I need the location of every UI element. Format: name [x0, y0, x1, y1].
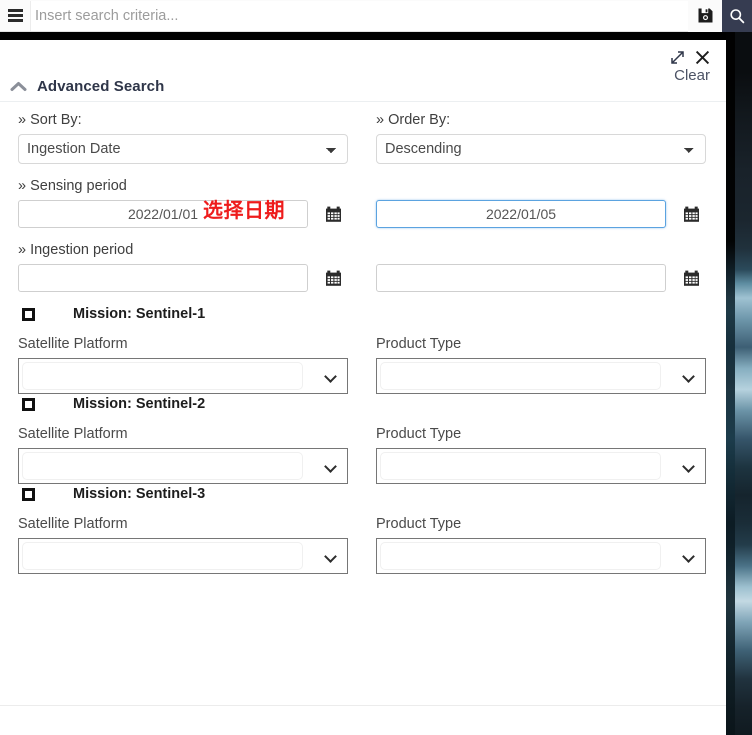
multiselect-inner — [22, 452, 303, 480]
sentinel-2-filters: Satellite Platform Product Type — [18, 426, 708, 484]
sensing-start-calendar-button[interactable] — [318, 200, 348, 228]
sort-by-select[interactable]: Ingestion Date — [18, 134, 348, 164]
calendar-icon — [683, 206, 699, 222]
page-title: Advanced Search — [37, 78, 165, 95]
sentinel-1-platform-select[interactable] — [18, 358, 348, 394]
sentinel-3-product-select[interactable] — [376, 538, 706, 574]
chevron-down-icon — [324, 550, 337, 563]
close-panel-button[interactable] — [695, 50, 710, 65]
sentinel-1-product-group: Product Type — [376, 336, 706, 394]
save-floppy-icon — [698, 8, 712, 23]
sentinel-3-product-group: Product Type — [376, 516, 706, 574]
expand-panel-button[interactable] — [670, 50, 685, 65]
mission-label-sentinel-2: Mission: Sentinel-2 — [73, 396, 206, 412]
sentinel-3-product-label: Product Type — [376, 516, 462, 532]
close-x-icon — [695, 50, 710, 65]
mission-label-sentinel-3: Mission: Sentinel-3 — [73, 486, 206, 502]
ingestion-period-label: » Ingestion period — [18, 242, 134, 258]
multiselect-inner — [380, 362, 661, 390]
multiselect-inner — [380, 542, 661, 570]
multiselect-inner — [22, 542, 303, 570]
chevron-down-icon — [682, 550, 695, 563]
mission-checkbox-sentinel-2[interactable] — [22, 397, 35, 411]
multiselect-inner — [380, 452, 661, 480]
calendar-icon — [683, 270, 699, 286]
sentinel-2-platform-label: Satellite Platform — [18, 426, 128, 442]
sensing-end-date-input[interactable] — [376, 200, 666, 228]
ingestion-start-calendar-button[interactable] — [318, 264, 348, 292]
ingestion-start-group — [18, 264, 348, 292]
chevron-up-icon[interactable] — [10, 81, 27, 92]
ingestion-period-row — [18, 264, 708, 292]
sentinel-1-product-select[interactable] — [376, 358, 706, 394]
sentinel-1-platform-label: Satellite Platform — [18, 336, 128, 352]
mission-label-sentinel-1: Mission: Sentinel-1 — [73, 306, 206, 322]
order-by-group: » Order By: Descending — [376, 112, 706, 164]
mission-row-sentinel-3[interactable]: Mission: Sentinel-3 — [18, 486, 708, 502]
sentinel-3-platform-label: Satellite Platform — [18, 516, 128, 532]
order-by-select[interactable]: Descending — [376, 134, 706, 164]
ingestion-end-calendar-button[interactable] — [676, 264, 706, 292]
calendar-icon — [325, 270, 341, 286]
advanced-search-panel: Clear Advanced Search » Sort By: Ingesti… — [0, 40, 726, 735]
sentinel-3-filters: Satellite Platform Product Type — [18, 516, 708, 574]
chevron-down-icon — [324, 370, 337, 383]
sentinel-1-platform-group: Satellite Platform — [18, 336, 348, 394]
save-search-button[interactable] — [688, 0, 722, 32]
advanced-search-form: » Sort By: Ingestion Date » Order By: De… — [0, 112, 726, 707]
expand-arrows-icon — [671, 51, 684, 64]
panel-header: Advanced Search — [0, 72, 726, 102]
mission-row-sentinel-2[interactable]: Mission: Sentinel-2 — [18, 396, 708, 412]
sentinel-2-product-select[interactable] — [376, 448, 706, 484]
sentinel-3-platform-select[interactable] — [18, 538, 348, 574]
mission-checkbox-sentinel-3[interactable] — [22, 487, 35, 501]
search-input[interactable] — [30, 0, 688, 31]
ingestion-start-date-input[interactable] — [18, 264, 308, 292]
sensing-start-group — [18, 200, 348, 228]
top-search-bar — [0, 0, 752, 32]
sentinel-2-platform-group: Satellite Platform — [18, 426, 348, 484]
chevron-down-icon — [682, 370, 695, 383]
satellite-background-image — [726, 30, 752, 735]
sort-by-group: » Sort By: Ingestion Date — [18, 112, 348, 164]
ingestion-end-group — [376, 264, 706, 292]
chevron-down-icon — [682, 460, 695, 473]
sensing-start-date-input[interactable] — [18, 200, 308, 228]
sensing-end-group — [376, 200, 706, 228]
sentinel-3-platform-group: Satellite Platform — [18, 516, 348, 574]
sensing-period-label: » Sensing period — [18, 178, 127, 194]
sensing-period-row — [18, 200, 708, 228]
panel-tool-icons — [670, 50, 710, 65]
sensing-end-calendar-button[interactable] — [676, 200, 706, 228]
sort-order-row: » Sort By: Ingestion Date » Order By: De… — [18, 112, 708, 164]
multiselect-inner — [22, 362, 303, 390]
sort-by-label: » Sort By: — [18, 112, 82, 128]
sentinel-1-filters: Satellite Platform Product Type — [18, 336, 708, 394]
chevron-down-icon — [324, 460, 337, 473]
mission-checkbox-sentinel-1[interactable] — [22, 307, 35, 321]
sentinel-2-product-group: Product Type — [376, 426, 706, 484]
panel-divider — [0, 705, 726, 706]
sentinel-1-product-label: Product Type — [376, 336, 462, 352]
mission-row-sentinel-1[interactable]: Mission: Sentinel-1 — [18, 306, 708, 322]
hamburger-menu-icon[interactable] — [0, 0, 30, 32]
sentinel-2-product-label: Product Type — [376, 426, 462, 442]
search-icon — [730, 8, 745, 23]
sentinel-2-platform-select[interactable] — [18, 448, 348, 484]
order-by-label: » Order By: — [376, 112, 451, 128]
ingestion-end-date-input[interactable] — [376, 264, 666, 292]
calendar-icon — [325, 206, 341, 222]
search-submit-button[interactable] — [722, 0, 752, 32]
